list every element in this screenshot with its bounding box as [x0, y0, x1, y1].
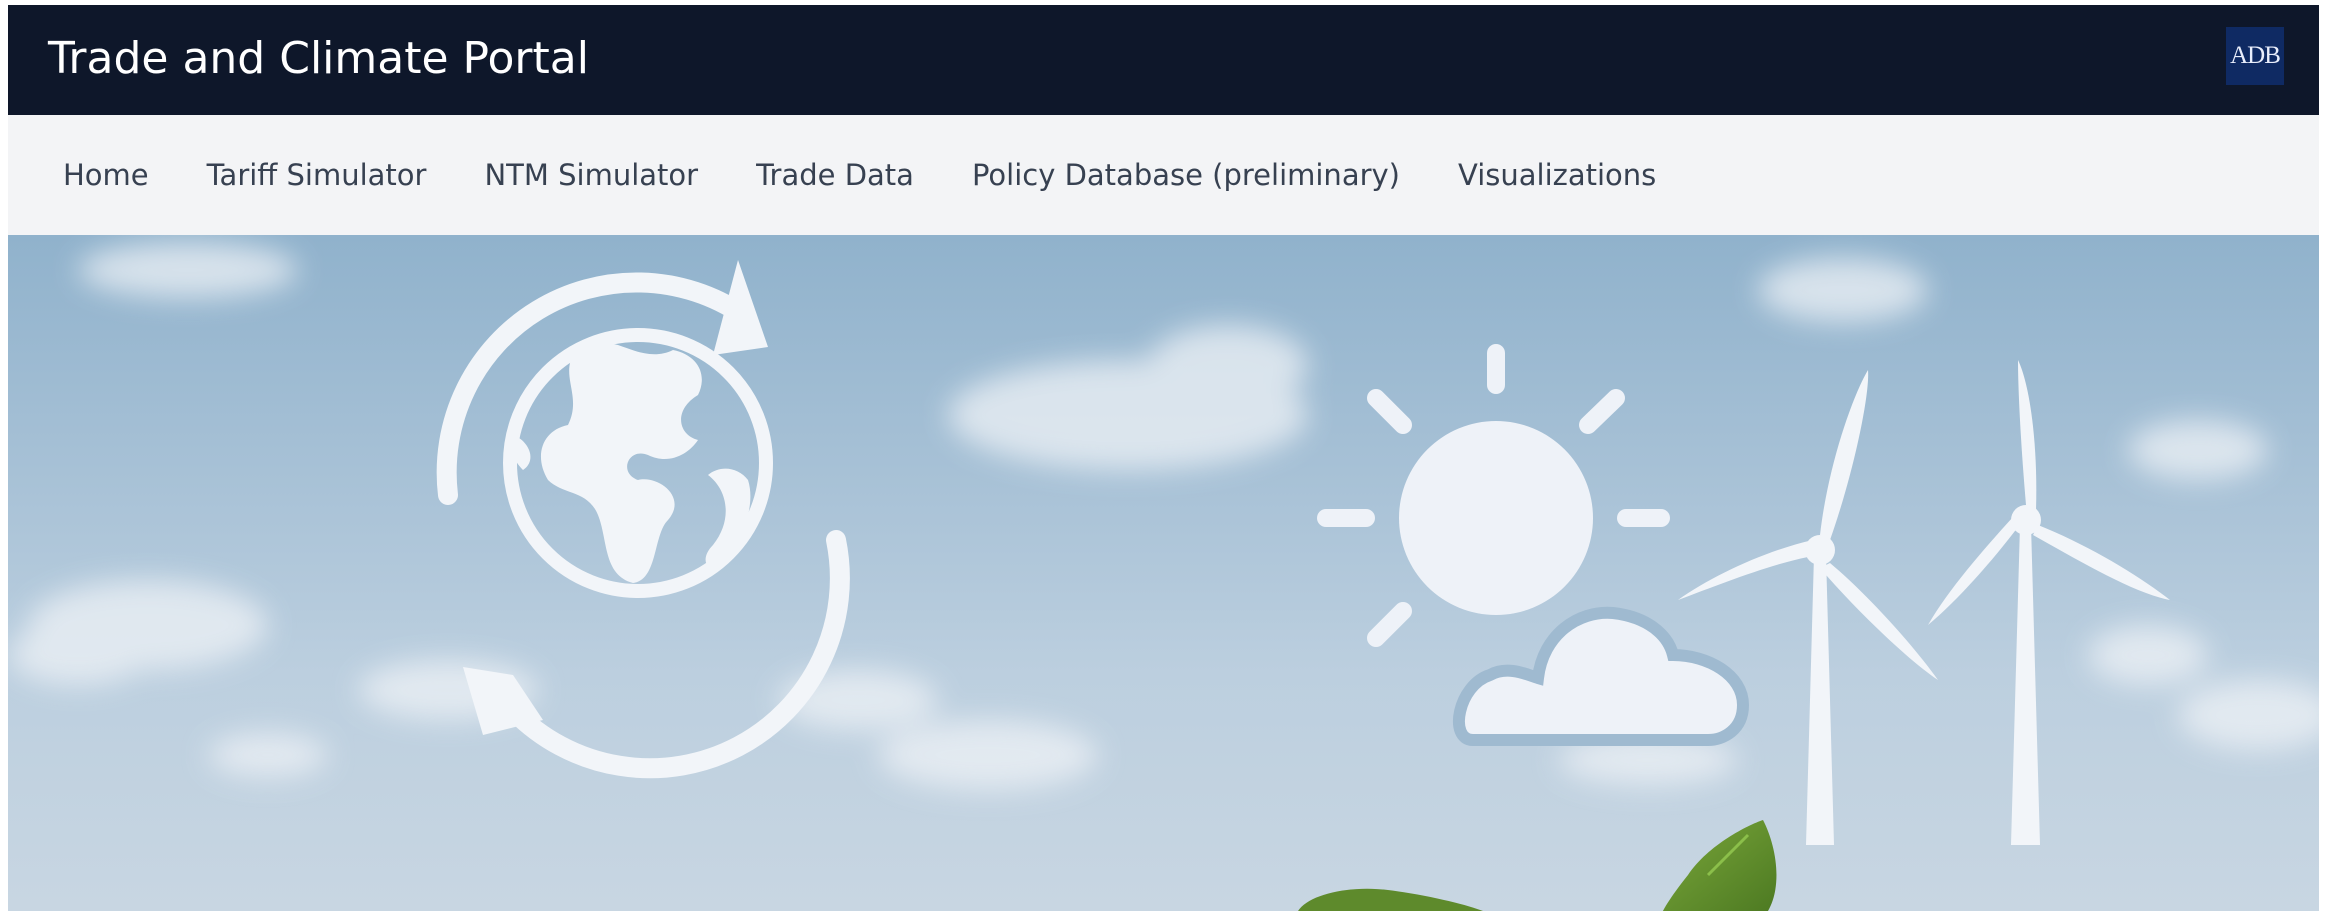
- main-nav: Home Tariff Simulator NTM Simulator Trad…: [8, 115, 2319, 235]
- nav-list: Home Tariff Simulator NTM Simulator Trad…: [63, 115, 1656, 235]
- leaf-icon: [1298, 820, 1777, 911]
- sun-icon: [1317, 344, 1670, 647]
- nav-item-ntm-simulator[interactable]: NTM Simulator: [484, 158, 698, 192]
- nav-item-visualizations[interactable]: Visualizations: [1458, 158, 1656, 192]
- adb-logo[interactable]: ADB: [2226, 27, 2284, 85]
- cloud-icon: [1452, 606, 1750, 746]
- nav-item-home[interactable]: Home: [63, 158, 149, 192]
- nav-item-tariff-simulator[interactable]: Tariff Simulator: [207, 158, 427, 192]
- background-clouds: [8, 242, 2319, 790]
- hero-illustration: [8, 242, 2319, 911]
- wind-turbine-icon: [1678, 360, 2170, 845]
- nav-item-trade-data[interactable]: Trade Data: [756, 158, 914, 192]
- nav-item-policy-database[interactable]: Policy Database (preliminary): [972, 158, 1400, 192]
- hero-banner: [8, 235, 2319, 911]
- top-header: Trade and Climate Portal ADB: [8, 5, 2319, 115]
- page-frame: Trade and Climate Portal ADB Home Tariff…: [8, 5, 2319, 911]
- site-title[interactable]: Trade and Climate Portal: [48, 33, 589, 85]
